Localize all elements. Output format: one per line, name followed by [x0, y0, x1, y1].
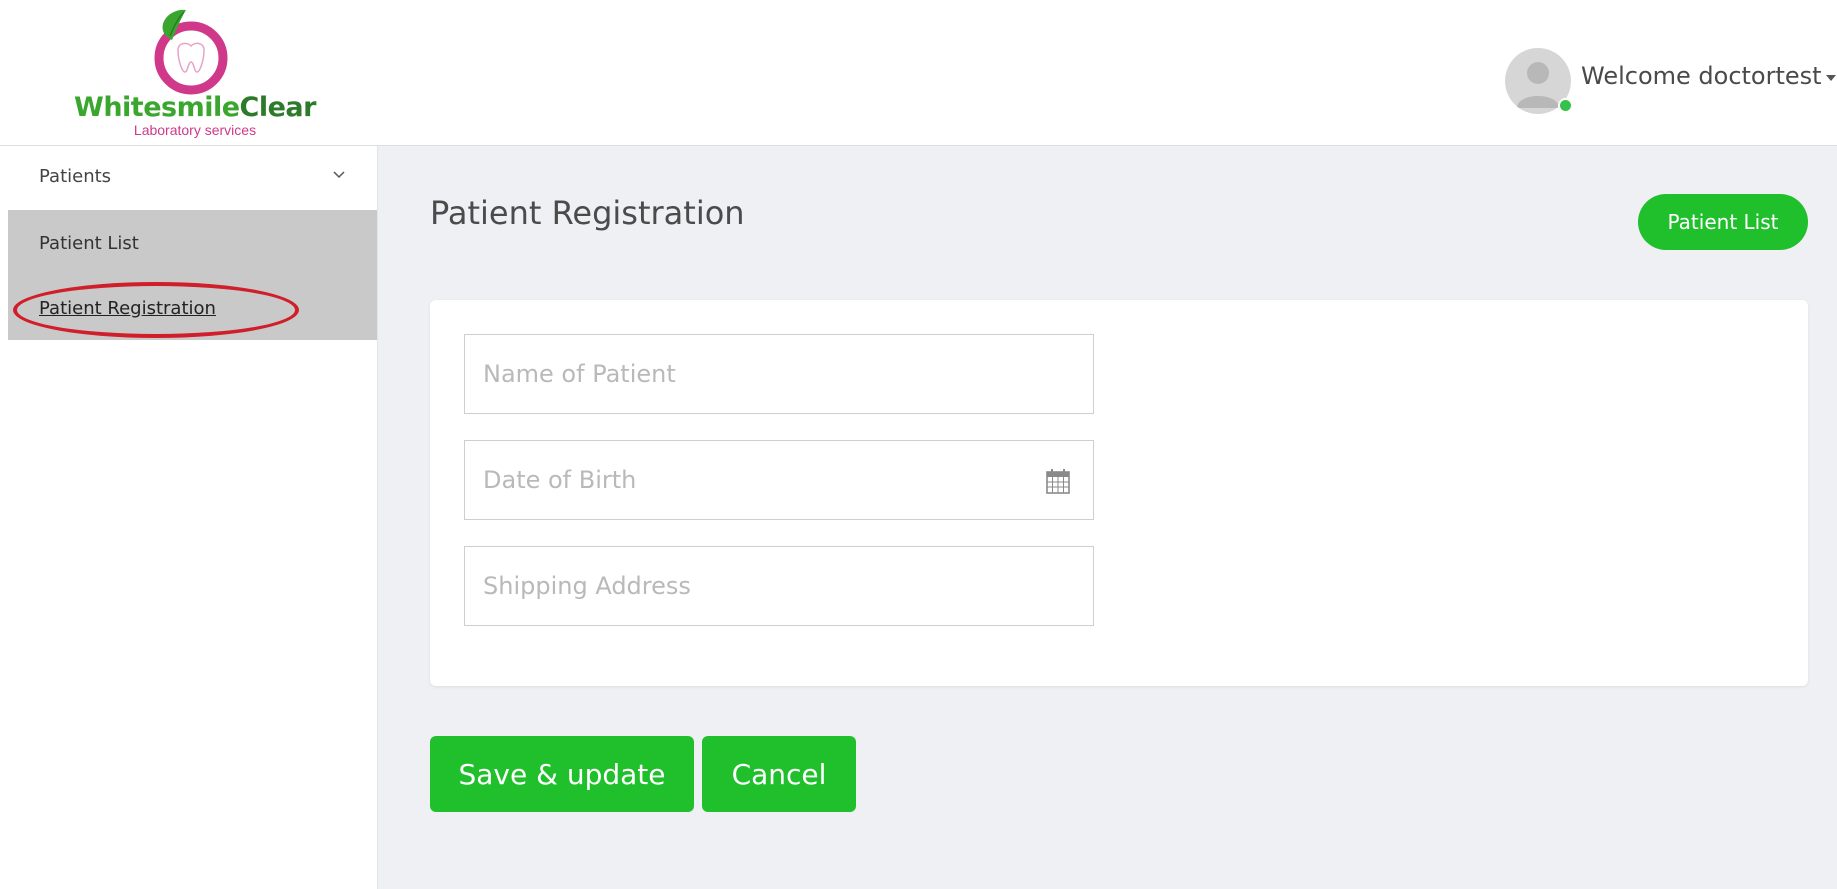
app-page: WhitesmileClear Laboratory services Welc…	[0, 0, 1837, 889]
logo-title-part1: Whitesmile	[74, 92, 240, 123]
online-status-indicator	[1558, 98, 1573, 113]
shipping-address-field[interactable]	[464, 546, 1094, 626]
date-of-birth-field[interactable]	[464, 440, 1094, 520]
sidebar-group-patients[interactable]: Patients	[0, 146, 377, 210]
save-update-button[interactable]: Save & update	[430, 736, 694, 812]
user-menu[interactable]: Welcome doctortest	[1437, 48, 1837, 114]
page-title: Patient Registration	[430, 194, 745, 232]
sidebar-item-patient-registration[interactable]: Patient Registration	[39, 298, 216, 319]
sidebar: Patients Patient List Patient Registrati…	[0, 146, 378, 889]
caret-down-icon[interactable]	[1826, 75, 1836, 81]
welcome-text[interactable]: Welcome doctortest	[1581, 62, 1822, 90]
registration-form-card	[430, 300, 1808, 686]
apple-leaf-tooth-logo-icon	[154, 9, 228, 95]
patient-name-field[interactable]	[464, 334, 1094, 414]
date-of-birth-input[interactable]	[465, 441, 1093, 519]
sidebar-item-patient-list[interactable]: Patient List	[39, 233, 139, 254]
patient-name-input[interactable]	[465, 335, 1093, 413]
top-header: WhitesmileClear Laboratory services Welc…	[0, 0, 1837, 146]
logo-title: WhitesmileClear	[70, 92, 320, 123]
cancel-button[interactable]: Cancel	[702, 736, 856, 812]
shipping-address-input[interactable]	[465, 547, 1093, 625]
main-content: Patient Registration Patient List Name o…	[378, 146, 1837, 889]
patient-list-button[interactable]: Patient List	[1638, 194, 1808, 250]
sidebar-submenu: Patient List Patient Registration	[8, 210, 377, 340]
sidebar-group-label: Patients	[39, 166, 112, 187]
logo-subtitle: Laboratory services	[133, 122, 257, 138]
logo-title-part2: Clear	[239, 92, 317, 123]
calendar-icon[interactable]	[1045, 467, 1071, 495]
chevron-down-icon[interactable]	[332, 168, 346, 182]
brand-logo[interactable]: WhitesmileClear Laboratory services	[70, 6, 320, 140]
